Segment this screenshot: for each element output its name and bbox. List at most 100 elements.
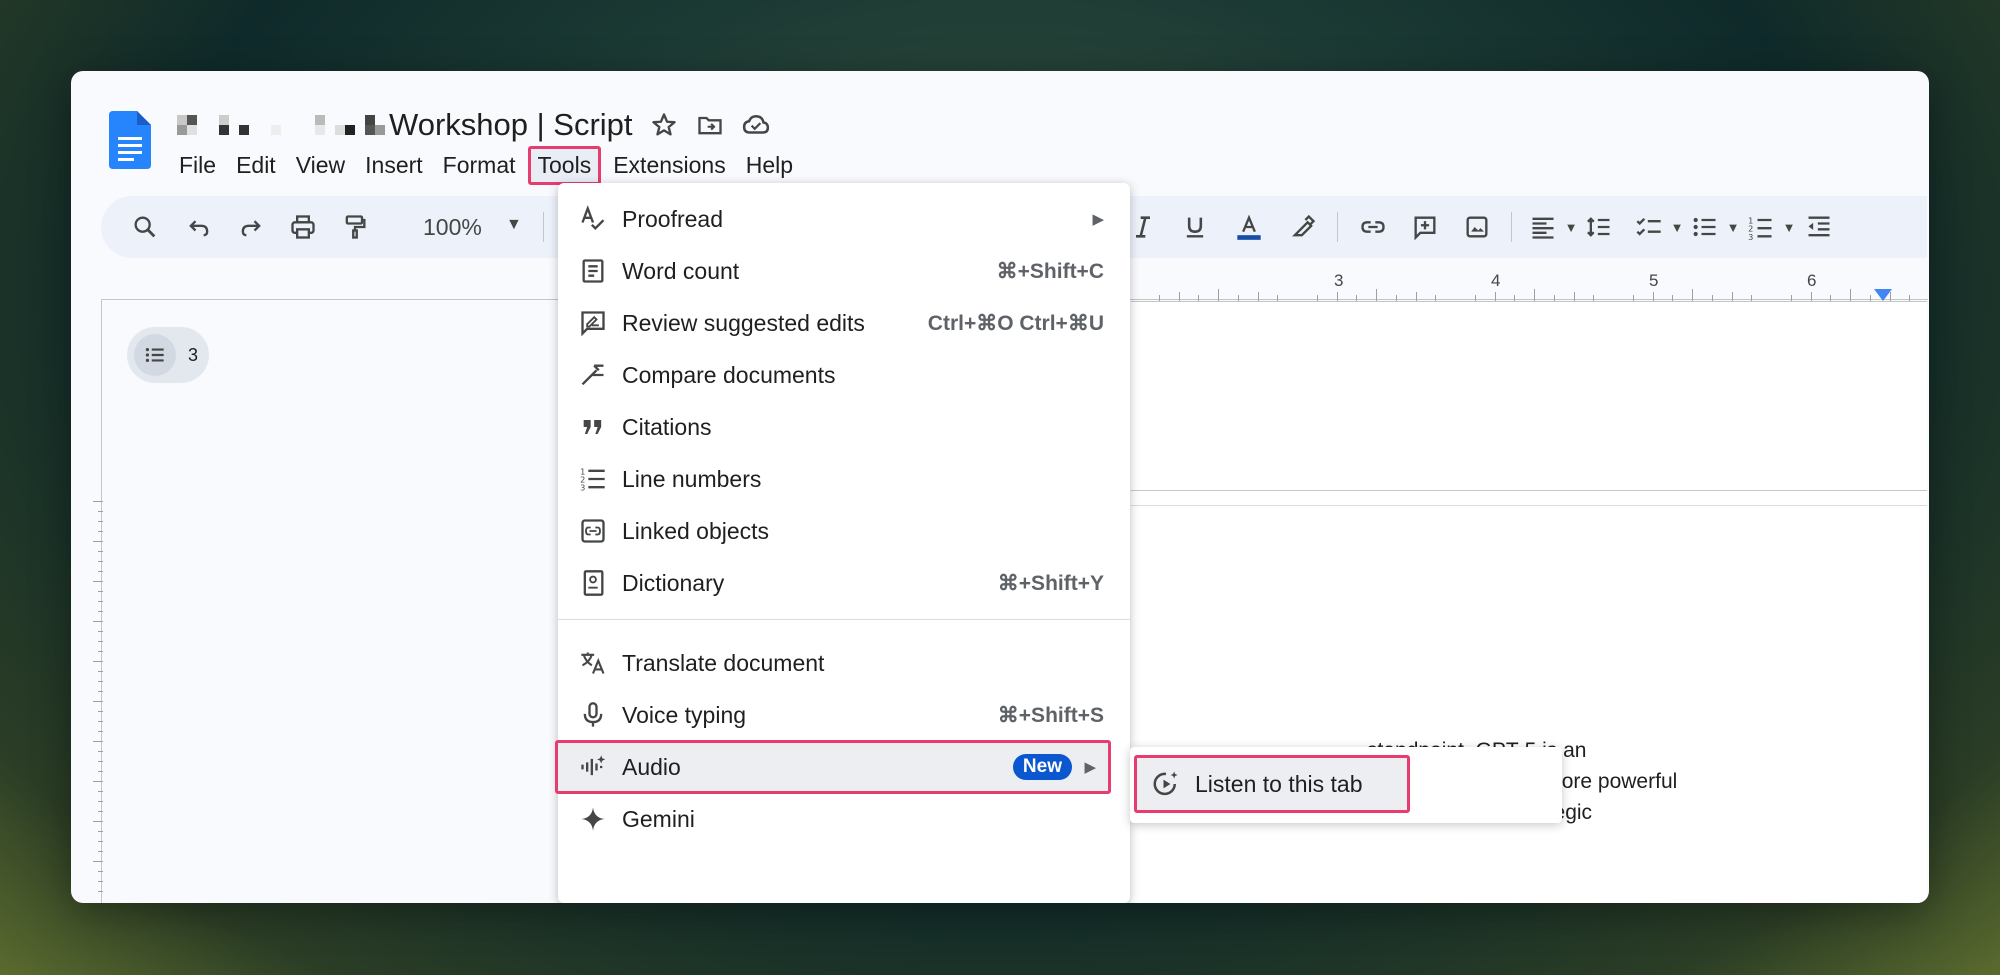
ruler-tick (1573, 292, 1575, 301)
ruler-tick (1237, 295, 1239, 301)
ruler-tick (98, 631, 103, 632)
insert-image-icon[interactable] (1459, 209, 1495, 245)
menu-format[interactable]: Format (433, 146, 526, 185)
quote-icon (578, 412, 608, 442)
ruler-tick (1494, 292, 1496, 301)
menu-item-gemini[interactable]: Gemini (558, 793, 1130, 845)
menu-item-translate-document[interactable]: Translate document (558, 637, 1130, 689)
ruler-tick (98, 831, 103, 832)
document-outline-button[interactable]: 3 (127, 327, 209, 383)
ruler-tick (98, 691, 103, 692)
submenu-arrow-icon: ▶ (1092, 211, 1104, 228)
insert-link-icon[interactable] (1355, 209, 1391, 245)
menu-item-line-numbers[interactable]: 123 Line numbers (558, 453, 1130, 505)
play-sparkle-icon (1151, 769, 1181, 799)
italic-icon[interactable] (1125, 209, 1161, 245)
ruler-tick (1889, 292, 1891, 301)
horizontal-ruler[interactable]: 3 4 5 6 7 (1131, 267, 1927, 302)
audio-submenu: Listen to this tab (1130, 747, 1562, 823)
paint-format-icon[interactable] (337, 209, 373, 245)
menu-item-listen-to-this-tab[interactable]: Listen to this tab (1134, 755, 1410, 813)
ruler-tick (98, 571, 103, 572)
header-boundary (1131, 505, 1927, 506)
line-numbers-icon: 123 (578, 464, 608, 494)
undo-icon[interactable] (181, 209, 217, 245)
menu-help[interactable]: Help (736, 146, 803, 185)
toolbar-divider (543, 212, 544, 242)
highlight-color-icon[interactable] (1285, 209, 1321, 245)
menu-item-word-count[interactable]: Word count ⌘+Shift+C (558, 245, 1130, 297)
menu-item-voice-typing[interactable]: Voice typing ⌘+Shift+S (558, 689, 1130, 741)
ruler-tick (98, 651, 103, 652)
ruler-tick (1218, 289, 1219, 301)
vertical-ruler (93, 501, 103, 901)
ruler-tick (98, 601, 103, 602)
ruler-tick (98, 871, 103, 872)
menu-item-dictionary[interactable]: Dictionary ⌘+Shift+Y (558, 557, 1130, 609)
ruler-tick (98, 761, 103, 762)
menu-edit[interactable]: Edit (226, 146, 286, 185)
menu-item-proofread[interactable]: Proofread ▶ (558, 193, 1130, 245)
menu-item-linked-objects[interactable]: Linked objects (558, 505, 1130, 557)
ruler-tick (1553, 295, 1555, 301)
menu-extensions[interactable]: Extensions (603, 146, 736, 185)
ruler-tick (1711, 295, 1713, 301)
ruler-tick (1593, 295, 1595, 301)
menu-file[interactable]: File (169, 146, 226, 185)
ruler-tick (1751, 295, 1753, 301)
ruler-tick (1692, 289, 1693, 301)
print-icon[interactable] (285, 209, 321, 245)
underline-icon[interactable] (1177, 209, 1213, 245)
redo-icon[interactable] (233, 209, 269, 245)
ruler-tick (1652, 292, 1654, 301)
ruler-tick (1435, 295, 1437, 301)
menu-tools[interactable]: Tools (527, 146, 602, 185)
compare-icon (578, 360, 608, 390)
ruler-tick (98, 711, 103, 712)
menu-item-citations[interactable]: Citations (558, 401, 1130, 453)
ruler-tick (98, 841, 103, 842)
ruler-label: 3 (1334, 271, 1344, 290)
menu-insert[interactable]: Insert (355, 146, 433, 185)
toolbar-divider (1511, 212, 1512, 242)
menu-item-audio[interactable]: Audio New ▶ (555, 740, 1111, 794)
header-boundary (1131, 490, 1927, 491)
ruler-tick (98, 811, 103, 812)
ruler-tick (98, 521, 103, 522)
ruler-tick (1850, 289, 1851, 301)
star-icon[interactable] (649, 110, 679, 140)
zoom-select[interactable]: 100% (423, 214, 482, 241)
ruler-tick (1731, 292, 1733, 301)
add-comment-icon[interactable] (1407, 209, 1443, 245)
zoom-caret-icon[interactable]: ▼ (506, 216, 522, 234)
document-title[interactable]: Workshop | Script (389, 107, 633, 143)
ruler-tick (98, 551, 103, 552)
line-spacing-icon[interactable] (1581, 209, 1617, 245)
ruler-tick (98, 771, 103, 772)
decrease-indent-icon[interactable] (1801, 209, 1837, 245)
ruler-tick (98, 681, 103, 682)
menu-item-review-suggested-edits[interactable]: Review suggested edits Ctrl+⌘O Ctrl+⌘U (558, 297, 1130, 349)
move-folder-icon[interactable] (695, 110, 725, 140)
ruler-tick (98, 591, 103, 592)
menu-bar: File Edit View Insert Format Tools Exten… (169, 146, 803, 185)
menu-view[interactable]: View (286, 146, 355, 185)
audio-sparkle-icon (578, 752, 608, 782)
ruler-tick (1909, 295, 1911, 301)
ruler-tick (1514, 295, 1516, 301)
ruler-tick (98, 531, 103, 532)
translate-icon (578, 648, 608, 678)
ruler-tick (93, 821, 103, 822)
ruler-tick (1810, 292, 1812, 301)
cloud-saved-icon[interactable] (741, 110, 771, 140)
menu-item-compare-documents[interactable]: Compare documents (558, 349, 1130, 401)
ruler-tick (93, 781, 103, 782)
ruler-tick (1395, 295, 1397, 301)
word-count-icon (578, 256, 608, 286)
redacted-title-prefix (177, 115, 385, 135)
text-color-icon[interactable] (1231, 209, 1267, 245)
ruler-tick (1790, 295, 1792, 301)
google-docs-logo-icon[interactable] (109, 111, 151, 169)
ruler-tick (98, 671, 103, 672)
search-menus-icon[interactable] (127, 209, 163, 245)
